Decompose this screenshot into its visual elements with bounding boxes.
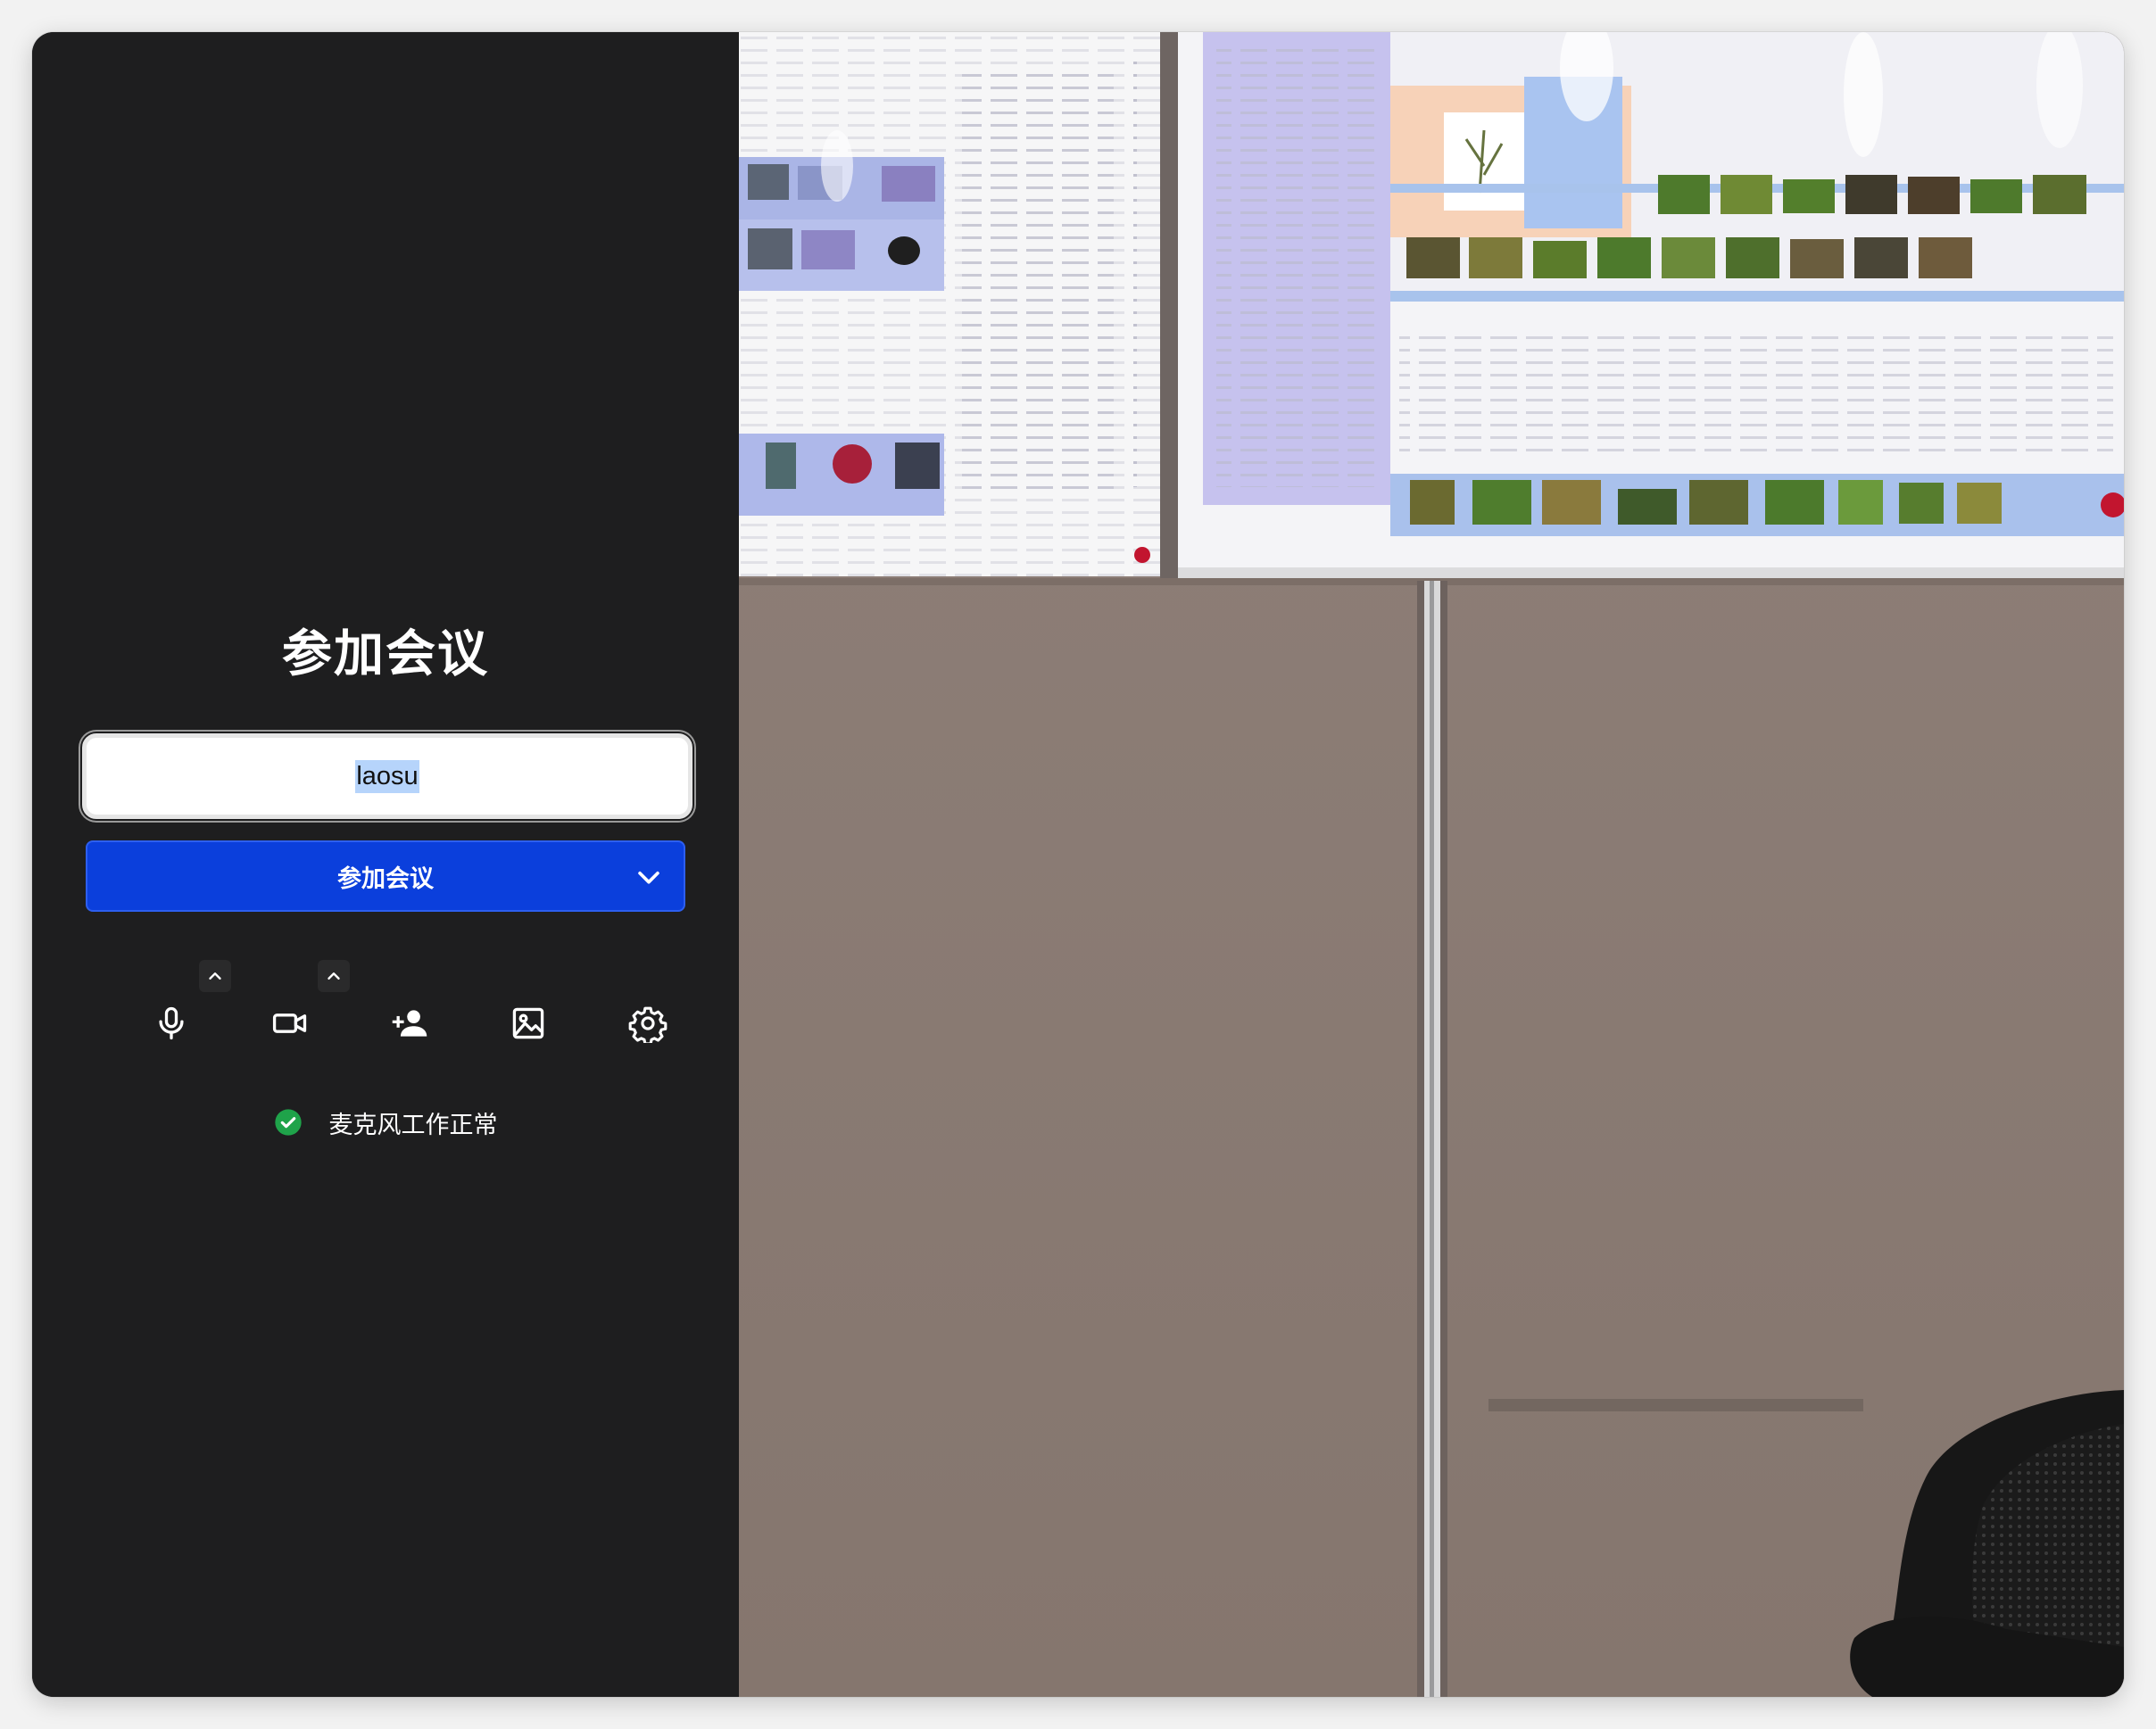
settings-button[interactable] — [624, 999, 672, 1047]
camera-preview-scene — [739, 32, 2124, 1697]
chevron-up-icon — [209, 972, 221, 980]
invite-button[interactable] — [386, 999, 434, 1047]
join-panel: 参加会议 laosu 参加会议 麦克风工作正常 — [32, 32, 739, 1697]
settings-gear-icon — [628, 1006, 668, 1043]
name-input[interactable]: laosu — [82, 733, 692, 819]
microphone-button[interactable] — [147, 999, 195, 1047]
microphone-options-button[interactable] — [199, 960, 231, 992]
check-circle-icon — [274, 1109, 302, 1136]
camera-button[interactable] — [266, 999, 314, 1047]
background-button[interactable] — [504, 999, 552, 1047]
mic-status: 麦克风工作正常 — [32, 1103, 739, 1142]
mic-status-text: 麦克风工作正常 — [328, 1111, 498, 1139]
page-title: 参加会议 — [282, 625, 489, 683]
camera-preview — [739, 32, 2124, 1697]
app-window: 参加会议 laosu 参加会议 麦克风工作正常 — [32, 32, 2124, 1697]
device-toolbar — [32, 960, 739, 1067]
background-image-icon — [512, 1007, 544, 1039]
name-input-value: laosu — [355, 759, 419, 793]
camera-options-button[interactable] — [318, 960, 350, 992]
join-meeting-button[interactable]: 参加会议 — [86, 840, 685, 912]
chevron-down-icon[interactable] — [634, 862, 664, 892]
microphone-icon — [159, 1006, 184, 1040]
invite-person-icon — [392, 1010, 427, 1037]
camera-icon — [272, 1013, 307, 1033]
join-meeting-label: 参加会议 — [337, 864, 434, 893]
chevron-up-icon — [328, 972, 340, 980]
